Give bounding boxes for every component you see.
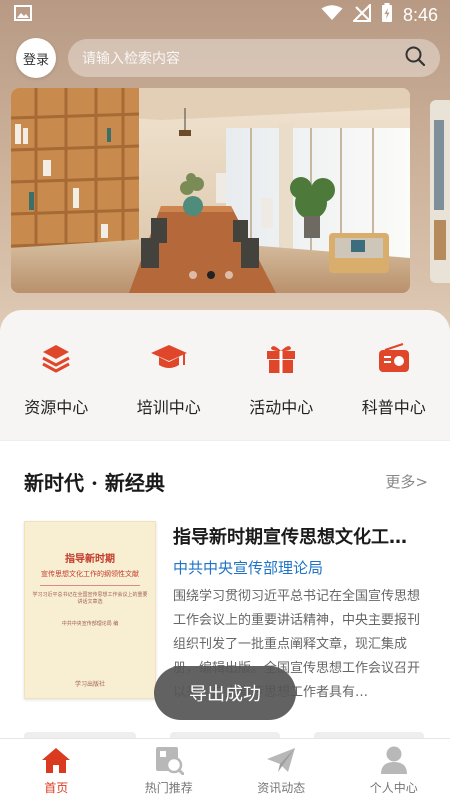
- category-activity-center[interactable]: 活动中心: [231, 338, 331, 440]
- article-title[interactable]: 指导新时期宣传思想文化工作的纲领性文献: [173, 523, 423, 549]
- toast-message: 导出成功: [154, 666, 296, 720]
- status-bar: 8:46: [0, 0, 450, 30]
- carousel-dot-active[interactable]: [206, 271, 215, 279]
- graduation-cap-icon: [149, 338, 189, 378]
- book-cover[interactable]: 指导新时期 宣传思想文化工作的纲领性文献 学习习近平总书记在全国宣传思想工作会议…: [24, 521, 156, 699]
- user-icon: [379, 745, 409, 775]
- nav-home[interactable]: 首页: [0, 739, 113, 800]
- banner-image: [11, 88, 410, 293]
- search-placeholder: 请输入检索内容: [82, 51, 180, 67]
- search-row: 登录 请输入检索内容: [16, 38, 440, 78]
- section-header: 新时代 · 新经典 更多>: [24, 467, 428, 496]
- section-title: 新时代 · 新经典: [24, 471, 165, 495]
- nav-profile[interactable]: 个人中心: [338, 739, 450, 800]
- category-label: 资源中心: [24, 398, 89, 417]
- login-button[interactable]: 登录: [16, 38, 56, 78]
- gift-icon: [261, 338, 301, 378]
- search-icon[interactable]: [404, 45, 426, 71]
- nav-label: 首页: [44, 781, 69, 795]
- nav-label: 热门推荐: [144, 781, 193, 795]
- search-input[interactable]: 请输入检索内容: [68, 39, 440, 77]
- no-signal-icon: [351, 2, 371, 26]
- next-banner-peek[interactable]: [430, 100, 450, 283]
- layers-icon: [36, 338, 76, 378]
- book-cover-title-line2: 宣传思想文化工作的纲领性文献: [41, 570, 139, 578]
- home-icon: [41, 745, 71, 775]
- nav-hot-recommend[interactable]: 热门推荐: [113, 739, 226, 800]
- banner-carousel[interactable]: [11, 88, 410, 293]
- book-cover-subtitle: 学习习近平总书记在全国宣传思想工作会议上的重要讲话文章选: [32, 592, 148, 605]
- recommend-icon: [154, 745, 184, 775]
- bottom-nav: 首页 热门推荐 资讯动态 个人中心: [0, 738, 450, 800]
- category-resource-center[interactable]: 资源中心: [6, 338, 106, 440]
- nav-news[interactable]: 资讯动态: [225, 739, 338, 800]
- category-science-center[interactable]: 科普中心: [344, 338, 444, 440]
- category-label: 科普中心: [361, 398, 426, 417]
- book-cover-publisher: 中共中央宣传部理论局 编: [61, 621, 119, 627]
- category-panel: 资源中心 培训中心 活动中心 科普中心: [0, 310, 450, 440]
- category-label: 培训中心: [136, 398, 201, 417]
- image-notification-icon: [14, 5, 32, 25]
- book-cover-press: 学习出版社: [74, 681, 105, 688]
- radio-icon: [374, 338, 414, 378]
- carousel-dot[interactable]: [188, 271, 197, 279]
- more-link[interactable]: 更多>: [385, 471, 428, 492]
- status-time: 8:46: [402, 4, 438, 25]
- category-training-center[interactable]: 培训中心: [119, 338, 219, 440]
- nav-label: 资讯动态: [257, 781, 306, 795]
- book-cover-title: 指导新时期: [65, 554, 115, 565]
- carousel-dot[interactable]: [224, 271, 233, 279]
- wifi-icon: [321, 5, 343, 25]
- nav-label: 个人中心: [369, 781, 418, 795]
- book-cover-divider: [40, 585, 140, 586]
- category-label: 活动中心: [249, 398, 314, 417]
- paper-plane-icon: [266, 745, 296, 775]
- article-source: 中共中央宣传部理论局: [173, 559, 324, 577]
- carousel-dots: [11, 271, 410, 279]
- battery-charging-icon: [381, 3, 393, 27]
